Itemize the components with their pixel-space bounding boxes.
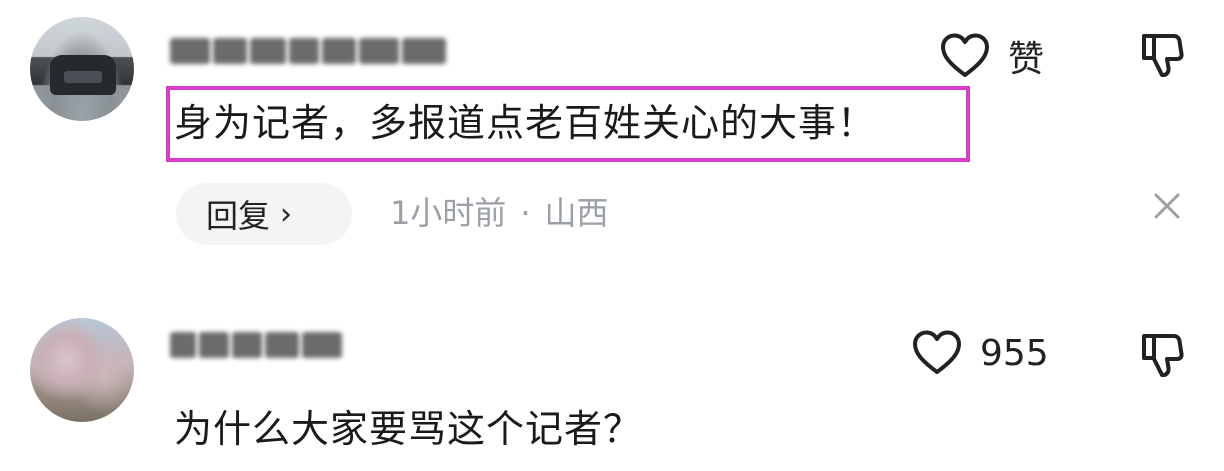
chevron-right-icon: › xyxy=(280,196,293,232)
comment-item: 为什么大家要骂这个记者？ 955 xyxy=(0,300,1224,471)
heart-outline-icon xyxy=(941,33,989,77)
comment-text: 身为记者，多报道点老百姓关心的大事！ xyxy=(174,101,877,145)
dislike-button[interactable] xyxy=(1140,30,1184,82)
avatar[interactable] xyxy=(30,17,134,121)
avatar-car-image xyxy=(50,55,116,95)
reply-label: 回复 xyxy=(206,197,271,235)
reply-button[interactable]: 回复 › xyxy=(176,183,352,245)
thumbs-down-icon xyxy=(1142,34,1184,77)
thumbs-down-icon xyxy=(1142,334,1184,377)
dismiss-button[interactable] xyxy=(1153,192,1181,224)
comment-text: 为什么大家要骂这个记者？ xyxy=(174,407,643,451)
avatar[interactable] xyxy=(30,318,134,422)
dislike-button[interactable] xyxy=(1140,330,1184,382)
like-count: 955 xyxy=(980,332,1049,374)
comment-location: 山西 xyxy=(544,194,609,232)
username-blurred[interactable] xyxy=(170,327,348,363)
close-icon xyxy=(1154,193,1180,219)
username-blurred[interactable] xyxy=(170,33,462,69)
comment-meta: 1小时前 · 山西 xyxy=(390,191,609,235)
heart-outline-icon xyxy=(913,330,961,374)
like-button[interactable]: 955 xyxy=(912,330,1049,376)
comment-time: 1小时前 xyxy=(390,194,507,232)
like-button[interactable]: 赞 xyxy=(940,30,1044,82)
comment-item: 身为记者，多报道点老百姓关心的大事！ 赞 回复 › 1小时前 · 山西 xyxy=(0,0,1224,300)
like-label: 赞 xyxy=(1008,39,1045,80)
meta-separator: · xyxy=(520,194,531,232)
